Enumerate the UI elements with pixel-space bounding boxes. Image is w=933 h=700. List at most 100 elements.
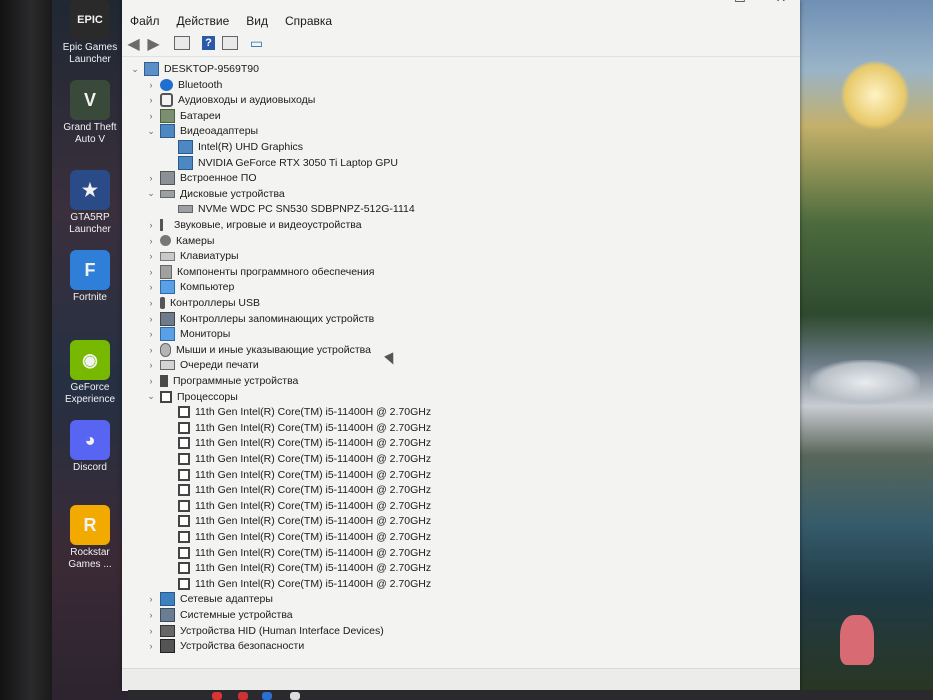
- chevron-right-icon[interactable]: ›: [146, 641, 156, 651]
- tree-device[interactable]: 11th Gen Intel(R) Core(TM) i5-11400H @ 2…: [178, 498, 431, 514]
- tree-category[interactable]: › Устройства безопасности: [146, 638, 304, 654]
- tree-category[interactable]: ⌄ Видеоадаптеры: [146, 123, 258, 139]
- chevron-right-icon[interactable]: ›: [146, 80, 156, 90]
- tree-root-computer[interactable]: ⌄ DESKTOP-9569T90: [130, 61, 259, 77]
- desktop-shortcut[interactable]: ◉ GeForce Experience: [58, 340, 122, 406]
- cpu-icon: [178, 421, 190, 434]
- tree-node-label: Встроенное ПО: [180, 172, 257, 185]
- tree-category[interactable]: › Камеры: [146, 233, 215, 249]
- close-button[interactable]: ✕: [766, 0, 796, 8]
- chevron-right-icon[interactable]: ›: [146, 314, 156, 324]
- chevron-right-icon[interactable]: ›: [146, 267, 156, 277]
- chevron-right-icon[interactable]: ›: [146, 329, 156, 339]
- chevron-right-icon[interactable]: ›: [146, 345, 156, 355]
- tree-device[interactable]: 11th Gen Intel(R) Core(TM) i5-11400H @ 2…: [178, 451, 431, 467]
- tree-device[interactable]: NVMe WDC PC SN530 SDBPNPZ-512G-1114: [178, 201, 415, 217]
- tree-node-label: 11th Gen Intel(R) Core(TM) i5-11400H @ 2…: [195, 468, 432, 481]
- chevron-right-icon[interactable]: ›: [146, 282, 156, 292]
- desktop-shortcut[interactable]: V Grand Theft Auto V: [58, 80, 122, 146]
- tree-category[interactable]: ⌄ Процессоры: [146, 389, 238, 405]
- chevron-down-icon[interactable]: ⌄: [146, 126, 156, 137]
- taskbar-app-icon[interactable]: [262, 692, 272, 700]
- taskbar-app-icon[interactable]: [212, 692, 222, 700]
- chevron-right-icon[interactable]: ›: [146, 95, 156, 105]
- chevron-right-icon[interactable]: ›: [146, 111, 156, 121]
- minimize-button[interactable]: —: [682, 0, 712, 8]
- tree-device[interactable]: 11th Gen Intel(R) Core(TM) i5-11400H @ 2…: [178, 420, 431, 436]
- properties-icon[interactable]: [174, 36, 190, 50]
- tree-category[interactable]: › Батареи: [146, 108, 221, 124]
- maximize-button[interactable]: ☐: [725, 0, 755, 8]
- tree-category[interactable]: › Аудиовходы и аудиовыходы: [146, 92, 315, 108]
- desktop-shortcut[interactable]: R Rockstar Games ...: [58, 505, 122, 571]
- tree-device[interactable]: 11th Gen Intel(R) Core(TM) i5-11400H @ 2…: [178, 529, 431, 545]
- tree-category[interactable]: › Звуковые, игровые и видеоустройства: [146, 217, 362, 233]
- chevron-right-icon[interactable]: ›: [146, 236, 156, 246]
- tree-category[interactable]: › Клавиатуры: [146, 248, 239, 264]
- tree-device[interactable]: Intel(R) UHD Graphics: [178, 139, 303, 155]
- chevron-right-icon[interactable]: ›: [146, 173, 156, 183]
- chevron-down-icon[interactable]: ⌄: [130, 64, 140, 75]
- chevron-right-icon[interactable]: ›: [146, 220, 156, 230]
- tree-device[interactable]: 11th Gen Intel(R) Core(TM) i5-11400H @ 2…: [178, 513, 431, 529]
- chevron-right-icon[interactable]: ›: [146, 360, 156, 370]
- chevron-down-icon[interactable]: ⌄: [146, 391, 156, 402]
- tree-category[interactable]: ⌄ Дисковые устройства: [146, 186, 285, 202]
- chevron-right-icon[interactable]: ›: [146, 376, 156, 386]
- back-arrow-icon[interactable]: ◀: [125, 36, 142, 53]
- forward-arrow-icon[interactable]: ▶: [145, 36, 162, 53]
- tree-category[interactable]: › Контроллеры USB: [146, 295, 260, 311]
- tree-category[interactable]: › Программные устройства: [146, 373, 298, 389]
- chevron-down-icon[interactable]: ⌄: [146, 188, 156, 199]
- app-logo-icon: ◕: [70, 420, 110, 460]
- tree-device[interactable]: NVIDIA GeForce RTX 3050 Ti Laptop GPU: [178, 155, 398, 171]
- tree-device[interactable]: 11th Gen Intel(R) Core(TM) i5-11400H @ 2…: [178, 545, 431, 561]
- tree-node-label: Программные устройства: [173, 375, 299, 387]
- tree-node-label: 11th Gen Intel(R) Core(TM) i5-11400H @ 2…: [195, 484, 432, 497]
- chevron-right-icon[interactable]: ›: [146, 626, 156, 636]
- menu-view[interactable]: Вид: [238, 12, 277, 32]
- tree-category[interactable]: › Сетевые адаптеры: [146, 591, 273, 607]
- app-logo-icon: EPIC: [70, 0, 110, 40]
- tree-device[interactable]: 11th Gen Intel(R) Core(TM) i5-11400H @ 2…: [178, 560, 431, 576]
- tree-category[interactable]: › Мониторы: [146, 326, 230, 342]
- taskbar-app-icon[interactable]: [290, 692, 300, 700]
- desktop-shortcut-label: Grand Theft Auto V: [63, 122, 117, 145]
- tree-category[interactable]: › Компьютер: [146, 279, 234, 295]
- desktop-shortcut[interactable]: ★ GTA5RP Launcher: [58, 170, 122, 236]
- tree-node-label: 11th Gen Intel(R) Core(TM) i5-11400H @ 2…: [195, 437, 432, 450]
- tree-device[interactable]: 11th Gen Intel(R) Core(TM) i5-11400H @ 2…: [178, 404, 431, 420]
- tree-device[interactable]: 11th Gen Intel(R) Core(TM) i5-11400H @ 2…: [178, 482, 431, 498]
- desktop-shortcut[interactable]: EPIC Epic Games Launcher: [58, 0, 122, 66]
- tree-category[interactable]: › Очереди печати: [146, 357, 259, 373]
- tree-category[interactable]: › Контроллеры запоминающих устройств: [146, 311, 374, 327]
- menu-action[interactable]: Действие: [169, 12, 239, 32]
- chevron-right-icon[interactable]: ›: [146, 594, 156, 604]
- tree-device[interactable]: 11th Gen Intel(R) Core(TM) i5-11400H @ 2…: [178, 576, 431, 592]
- tree-category[interactable]: › Компоненты программного обеспечения: [146, 264, 374, 280]
- chevron-right-icon[interactable]: ›: [146, 298, 156, 308]
- menu-help[interactable]: Справка: [277, 12, 341, 32]
- device-manager-window: — ☐ ✕ Файл Действие Вид Справка ◀ ▶ ? ▭ …: [122, 0, 800, 691]
- chevron-right-icon[interactable]: ›: [146, 251, 156, 261]
- desktop-shortcut[interactable]: ◕ Discord: [58, 420, 122, 474]
- menu-file[interactable]: Файл: [122, 12, 169, 32]
- tree-device[interactable]: 11th Gen Intel(R) Core(TM) i5-11400H @ 2…: [178, 435, 431, 451]
- desktop-shortcut[interactable]: F Fortnite: [58, 250, 122, 304]
- taskbar-app-icon[interactable]: [238, 692, 248, 700]
- desktop-shortcut-label: GeForce Experience: [64, 382, 116, 405]
- battery-icon: [160, 108, 175, 123]
- tree-category[interactable]: › Встроенное ПО: [146, 170, 257, 186]
- tree-device[interactable]: 11th Gen Intel(R) Core(TM) i5-11400H @ 2…: [178, 467, 431, 483]
- tree-category[interactable]: › Bluetooth: [146, 77, 222, 93]
- scan-hardware-icon[interactable]: ▭: [248, 35, 265, 51]
- tree-category[interactable]: › Системные устройства: [146, 607, 293, 623]
- tree-category[interactable]: › Мыши и иные указывающие устройства: [146, 342, 371, 358]
- update-driver-icon[interactable]: [222, 36, 238, 50]
- help-icon[interactable]: ?: [202, 36, 215, 50]
- chevron-right-icon[interactable]: ›: [146, 610, 156, 620]
- cpu-icon: [178, 515, 190, 528]
- tree-node-label: Батареи: [180, 109, 221, 122]
- security-icon: [160, 639, 175, 654]
- tree-category[interactable]: › Устройства HID (Human Interface Devices…: [146, 623, 384, 639]
